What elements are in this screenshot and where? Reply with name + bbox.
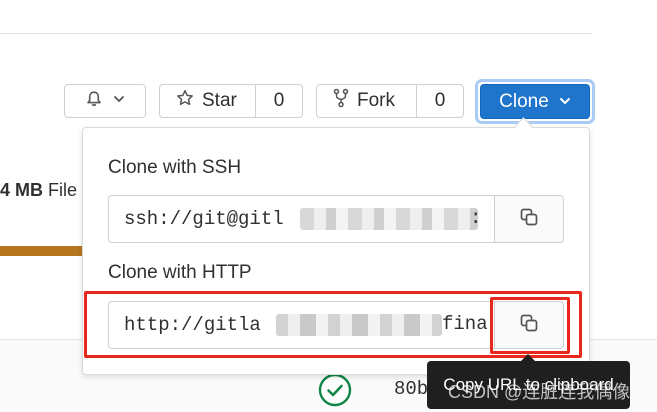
- star-icon: [176, 89, 194, 113]
- star-button-group: Star 0: [159, 84, 303, 118]
- repo-size-value: 4 MB: [0, 180, 44, 200]
- ssh-section-title: Clone with SSH: [108, 157, 242, 178]
- top-divider: [0, 33, 593, 34]
- watermark: CSDN @连脏连我偶像: [448, 382, 631, 402]
- fork-button[interactable]: Fork: [317, 85, 395, 117]
- notification-button[interactable]: [64, 84, 146, 118]
- repo-size-stat[interactable]: 4 MB File: [0, 180, 77, 201]
- redaction-mask: [300, 208, 478, 230]
- commit-sha[interactable]: 80b: [394, 378, 428, 400]
- language-bar: [0, 246, 82, 256]
- fork-button-group: Fork 0: [316, 84, 464, 118]
- highlight-copy-button: [490, 297, 570, 354]
- clone-button[interactable]: Clone: [480, 84, 590, 119]
- chevron-down-icon: [113, 92, 125, 110]
- copy-ssh-button[interactable]: [494, 195, 564, 243]
- fork-icon: [333, 88, 349, 114]
- language-bar-fill: [0, 246, 82, 256]
- chevron-down-icon: [559, 91, 571, 113]
- ssh-url-tail: :: [470, 207, 482, 229]
- star-count[interactable]: 0: [255, 85, 302, 117]
- clone-label: Clone: [499, 90, 549, 112]
- http-section-title: Clone with HTTP: [108, 262, 252, 283]
- star-button[interactable]: Star: [160, 85, 237, 117]
- repo-size-label: File: [48, 180, 78, 200]
- fork-label: Fork: [357, 90, 395, 111]
- fork-count[interactable]: 0: [416, 85, 463, 117]
- bell-icon: [85, 90, 103, 113]
- star-label: Star: [202, 90, 237, 111]
- copy-icon: [519, 207, 539, 232]
- check-circle-icon[interactable]: [318, 373, 352, 407]
